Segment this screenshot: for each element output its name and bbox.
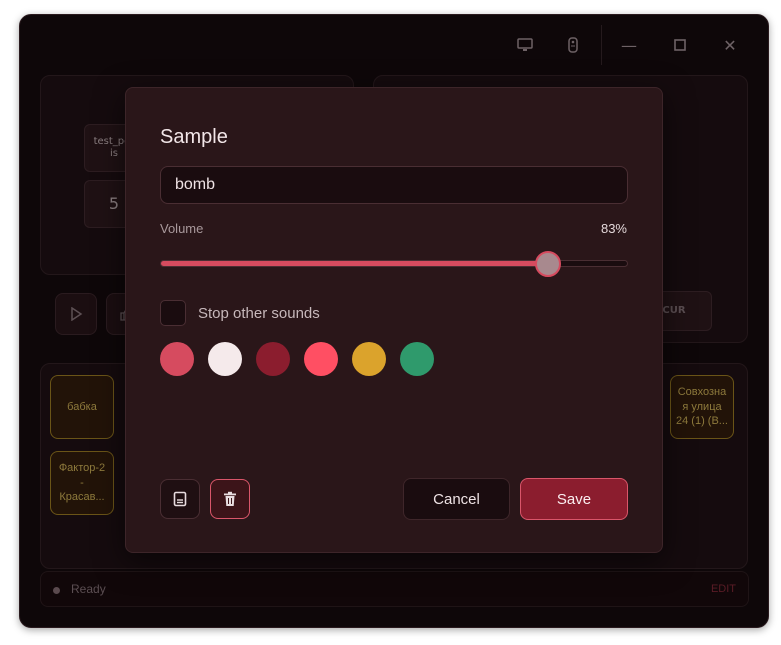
- status-bar: Ready EDIT: [40, 571, 749, 607]
- stop-other-sounds-label: Stop other sounds: [198, 305, 320, 322]
- edit-button[interactable]: EDIT: [711, 583, 736, 595]
- delete-button[interactable]: [210, 479, 250, 519]
- volume-slider-thumb[interactable]: [534, 251, 561, 277]
- minimize-button[interactable]: —: [617, 33, 641, 57]
- remote-icon[interactable]: [561, 33, 585, 57]
- sample-name-input[interactable]: [160, 166, 628, 204]
- color-swatch[interactable]: [160, 342, 194, 376]
- volume-slider[interactable]: [160, 251, 628, 277]
- volume-slider-fill: [161, 261, 548, 266]
- dialog-title: Sample: [160, 126, 228, 148]
- save-button[interactable]: Save: [520, 478, 628, 520]
- play-button[interactable]: [55, 293, 97, 335]
- color-swatch[interactable]: [304, 342, 338, 376]
- color-swatch[interactable]: [208, 342, 242, 376]
- status-indicator: [53, 587, 60, 594]
- close-button[interactable]: ✕: [718, 33, 742, 57]
- pad-item[interactable]: Фактор-2 - Красав...: [50, 451, 114, 515]
- color-swatch[interactable]: [256, 342, 290, 376]
- volume-value: 83%: [600, 221, 627, 236]
- status-text: Ready: [71, 582, 106, 596]
- volume-label: Volume: [160, 221, 204, 236]
- select-file-button[interactable]: [160, 479, 200, 519]
- monitor-icon[interactable]: [513, 33, 537, 57]
- pad-item[interactable]: Совхозна я улица 24 (1) (В...: [670, 375, 734, 439]
- play-icon: [71, 307, 83, 321]
- color-swatch[interactable]: [400, 342, 434, 376]
- sample-dialog: Sample Volume 83% Stop other sounds Canc…: [125, 87, 663, 553]
- trash-icon: [224, 491, 236, 506]
- pad-item[interactable]: бабка: [50, 375, 114, 439]
- color-swatch[interactable]: [352, 342, 386, 376]
- maximize-icon: [674, 39, 686, 51]
- stop-other-sounds-checkbox[interactable]: [160, 300, 186, 326]
- maximize-button[interactable]: [668, 33, 692, 57]
- file-icon: [173, 491, 187, 507]
- titlebar-divider: [601, 25, 602, 65]
- cancel-button[interactable]: Cancel: [403, 478, 510, 520]
